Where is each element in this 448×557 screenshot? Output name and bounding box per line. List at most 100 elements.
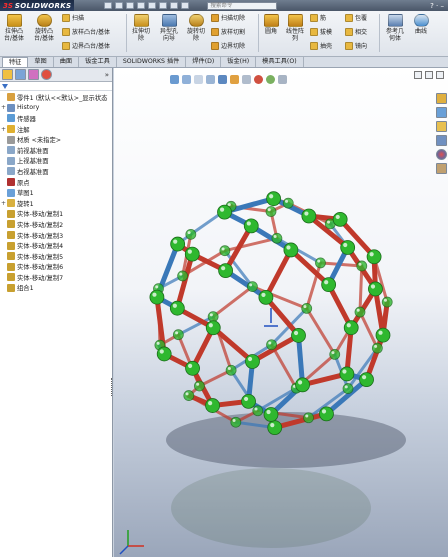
tree-item[interactable]: 实体-移动/复制6 <box>0 262 112 273</box>
loft-button[interactable]: 放样凸台/基体 <box>62 28 110 36</box>
select-icon[interactable] <box>159 2 168 9</box>
new-file-icon[interactable] <box>104 2 113 9</box>
panel-expand-icon[interactable]: » <box>105 71 109 79</box>
swept-cut-button[interactable]: 扫描切除 <box>211 14 245 22</box>
tree-item[interactable]: 实体-移动/复制1 <box>0 209 112 220</box>
file-explorer-icon[interactable] <box>436 121 447 132</box>
tab-sheet-metal[interactable]: 钣金(H) <box>221 57 257 67</box>
resources-icon[interactable] <box>436 93 447 104</box>
tree-expander-icon[interactable]: + <box>0 200 7 207</box>
revolved-cut-icon <box>188 14 204 27</box>
tab-features[interactable]: 特征 <box>2 57 29 67</box>
graphics-area[interactable] <box>114 68 448 557</box>
tab-weldments[interactable]: 焊件(D) <box>186 57 222 67</box>
custom-properties-icon[interactable] <box>436 163 447 174</box>
undo-icon[interactable] <box>148 2 157 9</box>
lofted-cut-button[interactable]: 放样切割 <box>211 28 245 36</box>
tree-item-label: 实体-移动/复制2 <box>17 221 64 229</box>
revolved-cut-label-2: 除 <box>192 35 199 42</box>
curves-button[interactable]: 曲线 <box>410 14 432 35</box>
tree-item[interactable]: 实体-移动/复制4 <box>0 240 112 251</box>
revolved-boss-label-2: 台/基体 <box>33 35 55 42</box>
tree-item[interactable]: 组合1 <box>0 283 112 294</box>
hole-wizard-button[interactable]: 异型孔 向导 <box>157 14 181 42</box>
tree-item[interactable]: 原点 <box>0 177 112 188</box>
open-file-icon[interactable] <box>115 2 124 9</box>
tree-expander-icon[interactable]: + <box>0 126 7 133</box>
feature-tree-tab-icon[interactable] <box>2 69 13 80</box>
atom-highlight <box>261 292 266 298</box>
fillet-icon <box>263 14 279 27</box>
boundary-boss-button[interactable]: 边界凸台/基体 <box>62 42 110 50</box>
fillet-button[interactable]: 圆角 <box>261 14 281 35</box>
solidworks-logo[interactable]: 3S SOLIDWORKS <box>0 0 75 11</box>
tree-item[interactable]: 草图1 <box>0 187 112 198</box>
search-commands-input[interactable]: 搜索命令 <box>207 1 278 10</box>
extruded-boss-button[interactable]: 拉伸凸 台/基体 <box>2 14 26 42</box>
mirror-button[interactable]: 镜向 <box>345 42 367 50</box>
tab-sheet-metal-tools[interactable]: 钣金工具 <box>79 57 117 67</box>
tree-item-icon <box>7 199 15 208</box>
reference-geometry-button[interactable]: 参考几 何体 <box>382 14 408 42</box>
extruded-cut-button[interactable]: 拉伸切 除 <box>129 14 153 42</box>
revolved-cut-label: 旋转切 <box>186 28 205 35</box>
task-pane-tabs <box>436 93 448 174</box>
tree-item[interactable]: 零件1 (默认<<默认>_显示状态 <box>0 92 112 103</box>
atom <box>368 281 383 297</box>
atom-highlight <box>356 308 360 312</box>
design-library-icon[interactable] <box>436 107 447 118</box>
atom-highlight <box>172 303 177 308</box>
display-manager-tab-icon[interactable] <box>41 69 52 80</box>
tree-item[interactable]: 实体-移动/复制5 <box>0 251 112 262</box>
tree-item[interactable]: 材质 <未指定> <box>0 134 112 145</box>
atom <box>205 320 221 336</box>
tree-filter[interactable] <box>0 82 112 91</box>
atom <box>329 349 341 360</box>
tree-item[interactable]: 实体-移动/复制7 <box>0 272 112 283</box>
atom-highlight <box>321 409 327 414</box>
linear-pattern-button[interactable]: 线性阵 列 <box>283 14 307 42</box>
boundary-boss-label: 边界凸台/基体 <box>72 42 111 50</box>
sweep-button[interactable]: 扫描 <box>62 14 84 22</box>
atom-highlight <box>378 330 383 335</box>
rebuild-icon[interactable] <box>170 2 179 9</box>
atom-highlight <box>304 211 309 216</box>
property-manager-tab-icon[interactable] <box>15 69 26 80</box>
tree-item[interactable]: + 注解 <box>0 124 112 135</box>
revolved-boss-button[interactable]: 旋转凸 台/基体 <box>32 14 56 42</box>
extruded-boss-label-2: 台/基体 <box>3 35 25 42</box>
tree-item[interactable]: 传感器 <box>0 113 112 124</box>
save-icon[interactable] <box>126 2 135 9</box>
view-palette-icon[interactable] <box>436 135 447 146</box>
appearances-icon[interactable] <box>436 149 447 160</box>
tab-sketch[interactable]: 草图 <box>28 57 54 67</box>
options-icon[interactable] <box>181 2 190 9</box>
tree-item[interactable]: 右视基准面 <box>0 166 112 177</box>
boundary-cut-button[interactable]: 边界切除 <box>211 42 245 50</box>
tree-item-label: 上视基准面 <box>17 158 49 166</box>
tab-surfaces[interactable]: 曲面 <box>54 57 80 67</box>
shell-button[interactable]: 抽壳 <box>310 42 332 50</box>
print-icon[interactable] <box>137 2 146 9</box>
intersect-button[interactable]: 相交 <box>345 28 367 36</box>
atom <box>169 300 185 316</box>
rib-button[interactable]: 筋 <box>310 14 326 22</box>
fullerene-model[interactable] <box>114 68 448 557</box>
help-menu[interactable]: ? · – <box>430 2 448 10</box>
configuration-manager-tab-icon[interactable] <box>28 69 39 80</box>
tree-item-label: 材质 <未指定> <box>17 137 62 145</box>
draft-button[interactable]: 拔模 <box>310 28 332 36</box>
tree-item[interactable]: 前视基准面 <box>0 145 112 156</box>
tab-mold-tools[interactable]: 模具工具(O) <box>256 57 304 67</box>
atom <box>245 354 260 369</box>
wrap-button[interactable]: 包覆 <box>345 14 367 22</box>
tree-item[interactable]: + History <box>0 103 112 114</box>
tree-item[interactable]: 实体-移动/复制3 <box>0 230 112 241</box>
loft-label: 放样凸台/基体 <box>72 28 111 36</box>
tree-item[interactable]: 上视基准面 <box>0 156 112 167</box>
revolved-cut-button[interactable]: 旋转切 除 <box>184 14 208 42</box>
tab-addins[interactable]: SOLIDWORKS 插件 <box>117 57 187 67</box>
tree-expander-icon[interactable]: + <box>0 104 7 111</box>
tree-item[interactable]: 实体-移动/复制2 <box>0 219 112 230</box>
tree-item[interactable]: + 旋转1 <box>0 198 112 209</box>
